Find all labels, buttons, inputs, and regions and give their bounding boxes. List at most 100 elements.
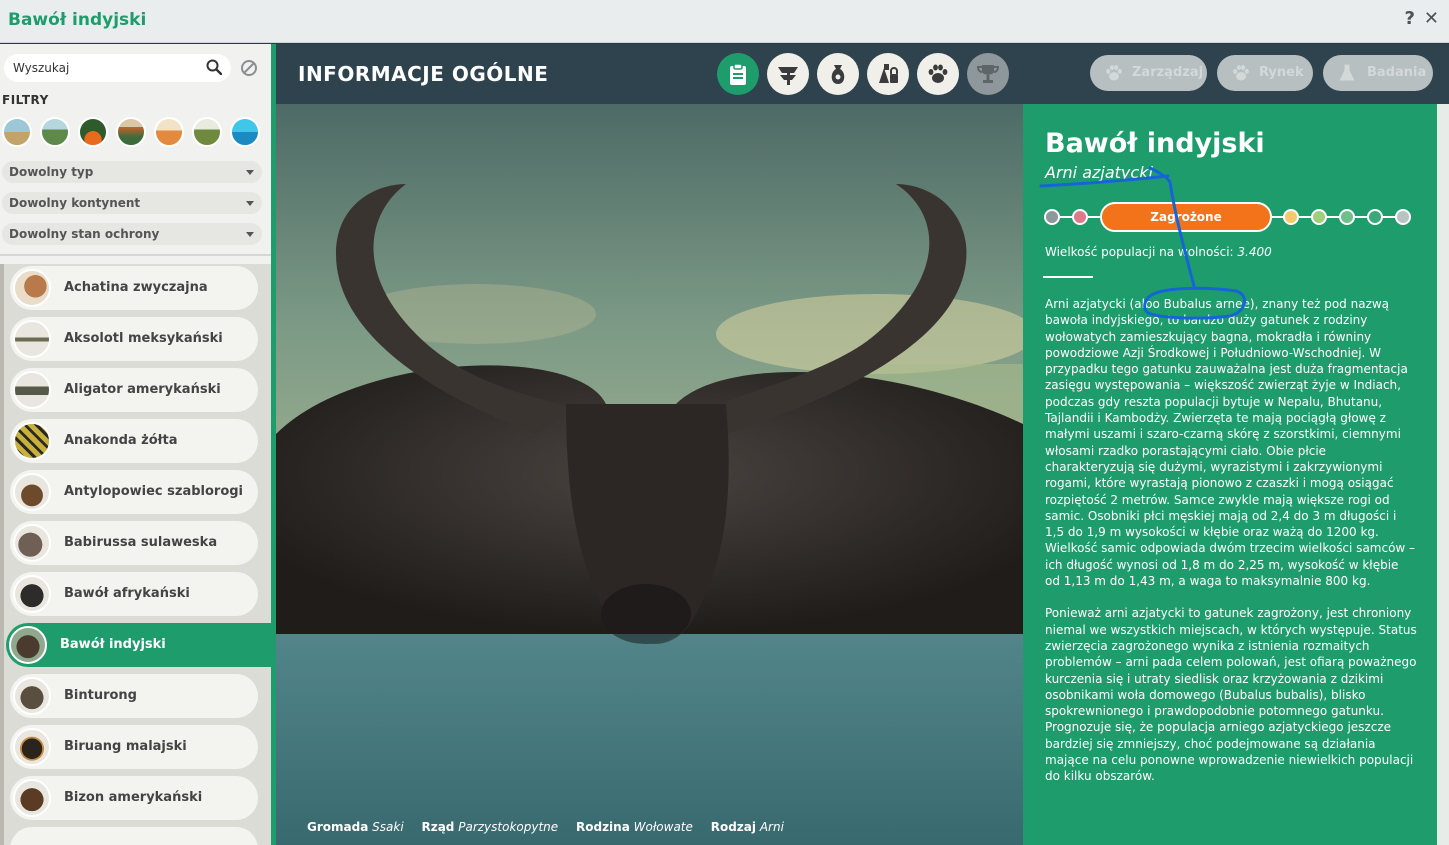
status-dot [1072,209,1088,225]
description-paragraph: Ponieważ arni azjatycki to gatunek zagro… [1045,606,1417,784]
top-header: INFORMACJE OGÓLNE Zarządzaj Rynek Badani… [276,44,1449,104]
animal-photo: Gromada Ssaki Rząd Parzystokopytne Rodzi… [276,104,1023,845]
chevron-down-icon [246,232,254,237]
tab-trophy[interactable] [967,53,1009,95]
list-item[interactable] [10,827,258,845]
page-title: INFORMACJE OGÓLNE [298,62,549,86]
search-input[interactable]: Wyszukaj [4,54,231,82]
divider [1043,276,1093,278]
taxonomy-label: Rodzaj [710,820,756,834]
list-item[interactable]: Bawół afrykański [10,572,258,616]
biome-temperate-icon[interactable] [40,117,70,147]
tab-enrichment[interactable] [867,53,909,95]
buffalo-image [276,104,1023,845]
conservation-dropdown[interactable]: Dowolny stan ochrony [2,223,262,245]
species-name: Anakonda żółta [64,433,178,448]
biome-aquatic-icon[interactable] [230,117,260,147]
continent-dropdown[interactable]: Dowolny kontynent [2,192,262,214]
continent-dropdown-label: Dowolny kontynent [9,196,141,210]
species-name: Biruang malajski [64,739,187,754]
taxonomy-value: Wołowate [633,820,693,834]
species-avatar [13,677,51,715]
species-sidebar: Wyszukaj FILTRY Dowolny typ Dowolny kont… [0,44,271,845]
research-button[interactable]: Badania [1323,55,1433,91]
status-dot [1283,209,1299,225]
status-dot [1339,209,1355,225]
tab-habitat[interactable] [767,53,809,95]
paw-icon [928,64,948,83]
biome-tundra-icon[interactable] [192,117,222,147]
status-dot [1367,209,1383,225]
species-name: Antylopowiec szablorogi [64,484,244,499]
species-title: Bawół indyjski [1045,128,1265,159]
enrichment-icon [879,64,898,83]
biome-grassland-icon[interactable] [2,117,32,147]
species-avatar [13,473,51,511]
tab-animals[interactable] [917,53,959,95]
species-name: Bawół indyjski [60,637,166,652]
species-name: Bizon amerykański [64,790,203,805]
tab-info[interactable] [717,53,759,95]
biome-tropical-icon[interactable] [78,117,108,147]
close-icon[interactable]: ✕ [1424,8,1439,29]
list-item[interactable]: Anakonda żółta [10,419,258,463]
description: Arni azjatycki (albo Bubalus arnee), zna… [1045,296,1417,801]
type-dropdown-label: Dowolny typ [9,165,94,179]
list-item-selected[interactable]: Bawół indyjski [6,623,271,667]
taxonomy-value: Arni [759,820,784,834]
species-avatar [13,371,51,409]
trophy-icon [976,65,1000,83]
research-button-label: Badania [1367,65,1427,80]
market-button-label: Rynek [1259,65,1304,80]
chevron-down-icon [246,170,254,175]
status-label: Zagrożone [1150,210,1222,224]
manage-button[interactable]: Zarządzaj [1090,55,1207,91]
list-item[interactable]: Achatina zwyczajna [10,266,258,310]
list-item[interactable]: Babirussa sulaweska [10,521,258,565]
taxonomy-label: Rodzina [576,820,630,834]
species-avatar [13,422,51,460]
species-avatar [13,269,51,307]
clear-filters-icon[interactable] [240,59,258,77]
population-label: Wielkość populacji na wolności: [1045,245,1234,259]
list-item[interactable]: Aligator amerykański [10,368,258,412]
species-name: Binturong [64,688,137,703]
help-icon[interactable]: ? [1405,8,1415,29]
species-name: Aksolotl meksykański [64,331,223,346]
species-avatar [13,779,51,817]
species-avatar [13,728,51,766]
flask-icon [1339,64,1355,81]
list-item[interactable]: Binturong [10,674,258,718]
habitat-icon [778,67,798,85]
window-title: Bawół indyjski [8,10,147,30]
market-button[interactable]: Rynek [1217,55,1313,91]
paw-icon [1233,65,1249,81]
species-list: Achatina zwyczajna Aksolotl meksykański … [0,264,271,845]
list-item[interactable]: Biruang malajski [10,725,258,769]
biome-filters [2,117,264,149]
species-list-scrollbar[interactable] [0,264,4,845]
type-dropdown[interactable]: Dowolny typ [2,161,262,183]
paw-icon [1106,65,1122,81]
species-avatar [13,575,51,613]
taxonomy-label: Rząd [421,820,455,834]
search-icon[interactable] [206,59,222,75]
taxonomy-bar: Gromada Ssaki Rząd Parzystokopytne Rodzi… [307,820,798,834]
conservation-status-scale: Zagrożone [1043,202,1411,232]
taxonomy-value: Ssaki [372,820,404,834]
list-item[interactable]: Antylopowiec szablorogi [10,470,258,514]
species-name: Achatina zwyczajna [64,280,208,295]
species-name: Babirussa sulaweska [64,535,218,550]
biome-taiga-icon[interactable] [116,117,146,147]
population-value: 3.400 [1237,245,1272,259]
tab-food[interactable] [817,53,859,95]
species-avatar [13,524,51,562]
food-sack-icon [831,65,845,84]
taxonomy-value: Parzystokopytne [458,820,559,834]
conservation-dropdown-label: Dowolny stan ochrony [9,227,160,241]
list-item[interactable]: Aksolotl meksykański [10,317,258,361]
info-scrollbar[interactable] [1437,104,1449,845]
search-placeholder: Wyszukaj [13,61,70,75]
list-item[interactable]: Bizon amerykański [10,776,258,820]
biome-desert-icon[interactable] [154,117,184,147]
